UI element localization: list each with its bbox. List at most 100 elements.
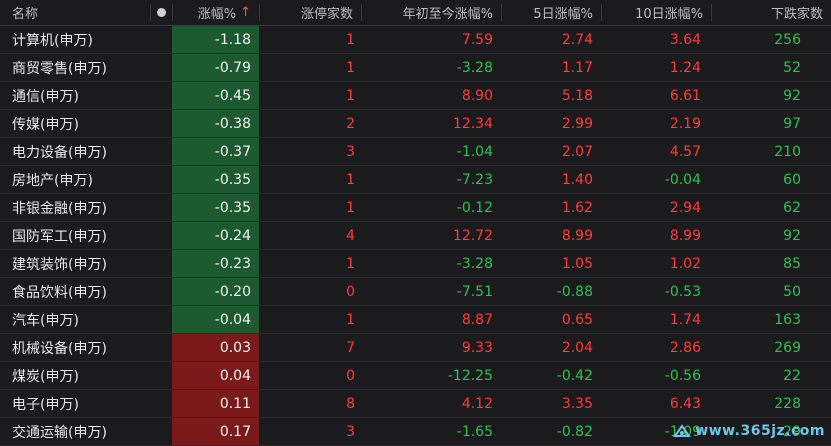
column-divider (711, 4, 712, 21)
column-header-change-label: 涨幅% (197, 7, 237, 22)
d5-change-cell: 2.04 (561, 339, 593, 356)
down-count-cell: 269 (774, 339, 801, 356)
column-header-limit-up[interactable]: 涨停家数 (259, 0, 361, 25)
change-pct-cell: -0.45 (172, 82, 259, 109)
column-header-indicator[interactable] (150, 0, 172, 25)
down-count-cell: 210 (774, 143, 801, 160)
ytd-change-cell: -3.28 (456, 59, 493, 76)
sector-name: 煤炭(申万) (12, 368, 79, 385)
down-count-cell: 62 (783, 199, 801, 216)
d10-change-cell: 1.02 (669, 255, 701, 272)
d10-change-cell: 1.74 (669, 311, 701, 328)
table-row[interactable]: 国防军工(申万) -0.24 4 12.72 8.99 8.99 92 (0, 222, 831, 250)
d5-change-cell: 1.62 (561, 199, 593, 216)
sort-up-arrow-icon: ↑ (240, 5, 251, 20)
table-row[interactable]: 通信(申万) -0.45 1 8.90 5.18 6.61 92 (0, 82, 831, 110)
column-header-10d[interactable]: 10日涨幅% (601, 0, 711, 25)
table-row[interactable]: 传媒(申万) -0.38 2 12.34 2.99 2.19 97 (0, 110, 831, 138)
row-indicator (150, 390, 172, 417)
ytd-change-cell: 8.87 (461, 311, 493, 328)
d10-change-cell: -0.04 (664, 171, 701, 188)
table-body: 计算机(申万) -1.18 1 7.59 2.74 3.64 256 商贸零售(申万) -0.7… (0, 26, 831, 446)
change-pct-cell: -0.04 (172, 306, 259, 333)
ytd-change-cell: -7.51 (456, 283, 493, 300)
down-count-cell: 85 (783, 255, 801, 272)
change-pct-cell: -0.79 (172, 54, 259, 81)
table-row[interactable]: 煤炭(申万) 0.04 0 -12.25 -0.42 -0.56 22 (0, 362, 831, 390)
table-row[interactable]: 电力设备(申万) -0.37 3 -1.04 2.07 4.57 210 (0, 138, 831, 166)
change-pct-cell: -0.35 (172, 194, 259, 221)
d5-change-cell: 2.07 (561, 143, 593, 160)
column-header-down-count[interactable]: 下跌家数 (711, 0, 831, 25)
row-indicator (150, 222, 172, 249)
down-count-cell: 22 (783, 367, 801, 384)
sector-name: 房地产(申万) (12, 172, 93, 189)
ytd-change-cell: -3.28 (456, 255, 493, 272)
sector-name: 国防军工(申万) (12, 228, 107, 245)
row-indicator (150, 26, 172, 53)
watermark-logo-icon (673, 423, 692, 439)
table-row[interactable]: 商贸零售(申万) -0.79 1 -3.28 1.17 1.24 52 (0, 54, 831, 82)
row-indicator (150, 250, 172, 277)
column-header-change[interactable]: 涨幅% ↑ (172, 0, 259, 25)
table-row[interactable]: 建筑装饰(申万) -0.23 1 -3.28 1.05 1.02 85 (0, 250, 831, 278)
table-row[interactable]: 房地产(申万) -0.35 1 -7.23 1.40 -0.04 60 (0, 166, 831, 194)
d5-change-cell: 1.17 (561, 59, 593, 76)
down-count-cell: 50 (783, 283, 801, 300)
d5-change-cell: 1.40 (561, 171, 593, 188)
table-row[interactable]: 非银金融(申万) -0.35 1 -0.12 1.62 2.94 62 (0, 194, 831, 222)
row-indicator (150, 194, 172, 221)
change-pct-cell: -0.20 (172, 278, 259, 305)
d10-change-cell: 1.24 (669, 59, 701, 76)
table-row[interactable]: 电子(申万) 0.11 8 4.12 3.35 6.43 228 (0, 390, 831, 418)
ytd-change-cell: 7.59 (461, 31, 493, 48)
d10-change-cell: 2.19 (669, 115, 701, 132)
column-divider (150, 4, 151, 21)
down-count-cell: 97 (783, 115, 801, 132)
table-row[interactable]: 食品饮料(申万) -0.20 0 -7.51 -0.88 -0.53 50 (0, 278, 831, 306)
d10-change-cell: -0.56 (664, 367, 701, 384)
change-pct-cell: 0.04 (172, 362, 259, 389)
change-pct-cell: -0.35 (172, 166, 259, 193)
row-indicator (150, 418, 172, 445)
change-pct-cell: -0.37 (172, 138, 259, 165)
row-indicator (150, 334, 172, 361)
limit-up-count-cell: 2 (346, 115, 355, 132)
d10-change-cell: 4.57 (669, 143, 701, 160)
limit-up-count-cell: 1 (346, 31, 355, 48)
sector-name: 计算机(申万) (12, 32, 93, 49)
change-pct-cell: -0.24 (172, 222, 259, 249)
column-divider (361, 4, 362, 21)
row-indicator (150, 278, 172, 305)
limit-up-count-cell: 4 (346, 227, 355, 244)
column-divider (172, 4, 173, 21)
sector-name: 建筑装饰(申万) (12, 256, 107, 273)
down-count-cell: 163 (774, 311, 801, 328)
column-header-ytd[interactable]: 年初至今涨幅% (361, 0, 501, 25)
row-indicator (150, 306, 172, 333)
down-count-cell: 60 (783, 171, 801, 188)
d10-change-cell: 6.61 (669, 87, 701, 104)
d10-change-cell: -0.53 (664, 283, 701, 300)
d5-change-cell: 3.35 (561, 395, 593, 412)
table-row[interactable]: 汽车(申万) -0.04 1 8.87 0.65 1.74 163 (0, 306, 831, 334)
d10-change-cell: 8.99 (669, 227, 701, 244)
d5-change-cell: 5.18 (561, 87, 593, 104)
change-pct-cell: -1.18 (172, 26, 259, 53)
column-header-5d[interactable]: 5日涨幅% (501, 0, 601, 25)
watermark-text: www.365jz.com (695, 423, 825, 439)
row-indicator (150, 138, 172, 165)
site-watermark: www.365jz.com (673, 423, 825, 439)
d5-change-cell: 0.65 (561, 311, 593, 328)
table-row[interactable]: 计算机(申万) -1.18 1 7.59 2.74 3.64 256 (0, 26, 831, 54)
column-header-name[interactable]: 名称 (0, 0, 150, 25)
limit-up-count-cell: 3 (346, 143, 355, 160)
sector-name: 电力设备(申万) (12, 144, 107, 161)
dot-icon (156, 8, 166, 17)
limit-up-count-cell: 3 (346, 423, 355, 440)
table-row[interactable]: 机械设备(申万) 0.03 7 9.33 2.04 2.86 269 (0, 334, 831, 362)
limit-up-count-cell: 0 (346, 367, 355, 384)
down-count-cell: 52 (783, 59, 801, 76)
d5-change-cell: -0.88 (556, 283, 593, 300)
limit-up-count-cell: 1 (346, 59, 355, 76)
